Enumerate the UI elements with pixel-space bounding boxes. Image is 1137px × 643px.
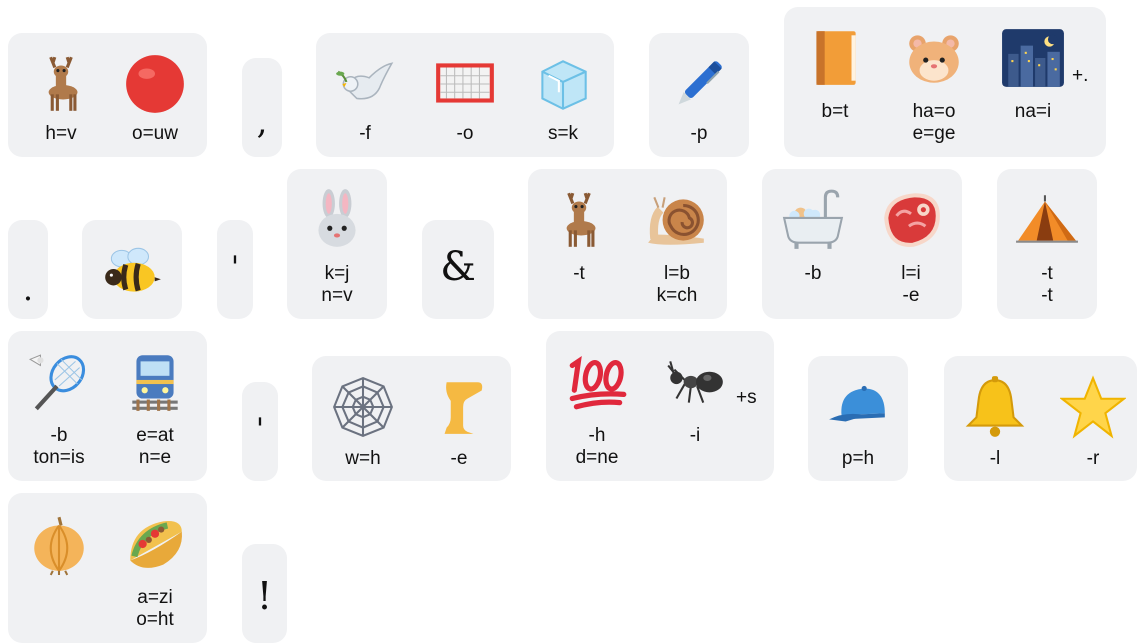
pen-icon xyxy=(664,51,734,117)
ice-cube-icon xyxy=(528,51,598,117)
puzzle-tile-15: a=zi o=ht xyxy=(8,493,207,643)
tile-label: k=j xyxy=(324,263,350,284)
dove-icon xyxy=(330,51,400,117)
puzzle-tile-9: -t -t xyxy=(997,169,1097,319)
meat-icon xyxy=(876,187,946,253)
puzzle-tile-5 xyxy=(82,220,182,319)
bell-icon xyxy=(960,374,1030,440)
tile-label: -b xyxy=(804,263,822,284)
suffix-label: +. xyxy=(1072,65,1089,86)
tile-label: o=uw xyxy=(132,123,178,144)
red-circle-icon xyxy=(120,51,190,117)
punctuation-tile: ' xyxy=(217,220,253,319)
rabbit-icon xyxy=(302,187,372,253)
hamster-icon xyxy=(899,25,969,91)
star-icon xyxy=(1058,374,1128,440)
hundred-icon xyxy=(562,349,632,415)
taco-icon xyxy=(120,511,190,577)
puzzle-tile-10: -b ton=is e=at n=e xyxy=(8,331,207,481)
tile-label: l=i xyxy=(901,263,921,284)
punctuation-mark: , xyxy=(256,102,268,142)
tile-label: -e xyxy=(902,285,920,306)
tile-label: -l xyxy=(989,448,1001,469)
train-icon xyxy=(120,349,190,415)
tile-label: -r xyxy=(1086,448,1100,469)
tile-label: n=e xyxy=(138,447,172,468)
tile-label: -f xyxy=(359,123,371,144)
onion-icon xyxy=(24,511,94,577)
punctuation-mark: . xyxy=(22,270,34,308)
puzzle-tile-2: -f -o s=k xyxy=(316,33,614,157)
punctuation-tile: ! xyxy=(242,544,287,643)
tile-label: k=ch xyxy=(656,285,698,306)
tile-label: p=h xyxy=(841,448,875,469)
tile-label: -t xyxy=(1041,285,1053,306)
bathtub-icon xyxy=(778,187,848,253)
tile-label: b=t xyxy=(821,101,849,122)
cap-icon xyxy=(823,374,893,440)
puzzle-tile-6: k=j n=v xyxy=(287,169,387,319)
punctuation-mark: ' xyxy=(255,412,265,447)
punctuation-mark: & xyxy=(440,244,476,290)
ant-icon xyxy=(660,349,730,415)
tile-label: -h xyxy=(588,425,606,446)
punctuation-mark: ! xyxy=(256,574,273,618)
puzzle-tile-8: -b l=i -e xyxy=(762,169,962,319)
spider-web-icon xyxy=(328,374,398,440)
snail-icon xyxy=(642,187,712,253)
puzzle-tile-14: -l -r xyxy=(944,356,1137,481)
night-city-icon xyxy=(998,25,1068,91)
badminton-icon xyxy=(24,349,94,415)
punctuation-tile: & xyxy=(422,220,494,319)
tile-label: o=ht xyxy=(136,609,174,630)
bee-icon xyxy=(97,238,167,304)
suffix-label: +s xyxy=(736,387,757,408)
puzzle-tile-1: h=v o=uw xyxy=(8,33,207,157)
puzzle-tile-4: b=t ha=o e=ge na=i +. xyxy=(784,7,1106,157)
goal-net-icon xyxy=(430,51,500,117)
puzzle-tile-11: w=h -e xyxy=(312,356,511,481)
deer-icon xyxy=(26,51,96,117)
tile-label: e=at xyxy=(136,425,174,446)
book-icon xyxy=(800,25,870,91)
tile-label: -p xyxy=(690,123,708,144)
puzzle-tile-13: p=h xyxy=(808,356,908,481)
tile-label: -e xyxy=(450,448,468,469)
tile-label: -i xyxy=(689,425,701,446)
tent-icon xyxy=(1012,187,1082,253)
leg-icon xyxy=(424,374,494,440)
punctuation-tile: . xyxy=(8,220,48,319)
tile-label: a=zi xyxy=(137,587,173,608)
tile-label: d=ne xyxy=(575,447,619,468)
tile-label: ha=o xyxy=(912,101,956,122)
tile-label: w=h xyxy=(345,448,381,469)
punctuation-tile: ' xyxy=(242,382,278,481)
puzzle-tile-7: -t l=b k=ch xyxy=(528,169,727,319)
tile-label: s=k xyxy=(547,123,579,144)
punctuation-tile: , xyxy=(242,58,282,157)
tile-label: -o xyxy=(456,123,474,144)
puzzle-tile-3: -p xyxy=(649,33,749,157)
tile-label: l=b xyxy=(664,263,690,284)
tile-label: e=ge xyxy=(912,123,956,144)
tile-label: -b xyxy=(50,425,68,446)
tile-label: ton=is xyxy=(33,447,85,468)
tile-label: -t xyxy=(1041,263,1053,284)
tile-label: -t xyxy=(573,263,585,284)
puzzle-tile-12: -h d=ne -i +s xyxy=(546,331,774,481)
deer-icon xyxy=(544,187,614,253)
tile-label: h=v xyxy=(45,123,77,144)
tile-label: n=v xyxy=(321,285,353,306)
tile-label: na=i xyxy=(1014,101,1052,122)
punctuation-mark: ' xyxy=(230,250,240,285)
